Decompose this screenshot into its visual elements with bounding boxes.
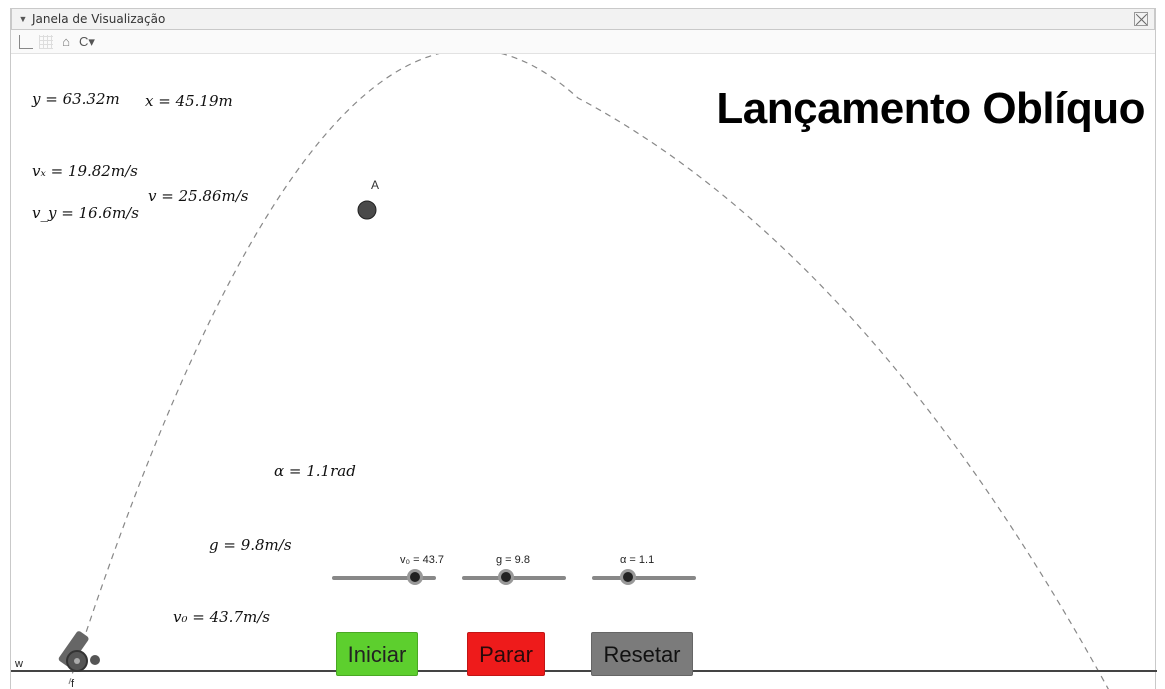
window-title: Janela de Visualização <box>32 12 166 26</box>
iniciar-button[interactable]: Iniciar <box>336 632 418 676</box>
axis-label-f: f <box>71 678 75 689</box>
slider-v0[interactable]: v₀ = 43.7 <box>332 554 444 585</box>
slider-v0-thumb[interactable] <box>407 569 423 585</box>
close-icon[interactable] <box>1134 12 1148 26</box>
slider-g-caption: g = 9.8 <box>496 554 530 566</box>
readout-x: x = 45.19m <box>145 92 233 110</box>
slider-alpha-track[interactable] <box>592 576 696 580</box>
slider-alpha-thumb[interactable] <box>620 569 636 585</box>
slider-g-track[interactable] <box>462 576 566 580</box>
cannon-icon <box>58 631 100 672</box>
slider-alpha[interactable]: α = 1.1 <box>592 554 696 585</box>
readout-alpha: α = 1.1rad <box>274 462 356 480</box>
page-title: Lançamento Oblíquo <box>716 84 1145 133</box>
style-toolbar: ⌂ C▾ <box>11 30 1155 54</box>
readout-vy: v_y = 16.6m/s <box>32 204 139 222</box>
axes-icon[interactable] <box>19 34 33 49</box>
readout-v: v = 25.86m/s <box>148 187 249 205</box>
graphics-canvas[interactable]: A Lançamento Oblíquo y = 63.32m x = 45.1… <box>11 54 1157 689</box>
trajectory-svg <box>11 54 1157 689</box>
window-titlebar: ▼ Janela de Visualização <box>11 8 1155 30</box>
readout-v0: v₀ = 43.7m/s <box>173 608 270 626</box>
grid-icon[interactable] <box>39 34 53 49</box>
slider-alpha-caption: α = 1.1 <box>620 554 655 566</box>
parar-button[interactable]: Parar <box>467 632 545 676</box>
trajectory-path <box>68 54 1109 689</box>
slider-v0-caption: v₀ = 43.7 <box>400 554 445 566</box>
point-a-label: A <box>371 178 380 192</box>
style-icon[interactable]: C▾ <box>79 34 101 49</box>
slider-g[interactable]: g = 9.8 <box>462 554 566 585</box>
home-icon[interactable]: ⌂ <box>59 34 73 49</box>
collapse-triangle-icon[interactable]: ▼ <box>14 14 32 24</box>
projectile-point[interactable] <box>357 200 377 220</box>
slider-g-thumb[interactable] <box>498 569 514 585</box>
readout-vx: vₓ = 19.82m/s <box>32 162 138 180</box>
graphics-view-window: ▼ Janela de Visualização ⌂ C▾ A Lançamen… <box>10 8 1157 689</box>
resetar-button[interactable]: Resetar <box>591 632 693 676</box>
axis-label-w: w <box>15 658 23 670</box>
readout-y: y = 63.32m <box>32 90 120 108</box>
readout-g: g = 9.8m/s <box>209 536 292 554</box>
